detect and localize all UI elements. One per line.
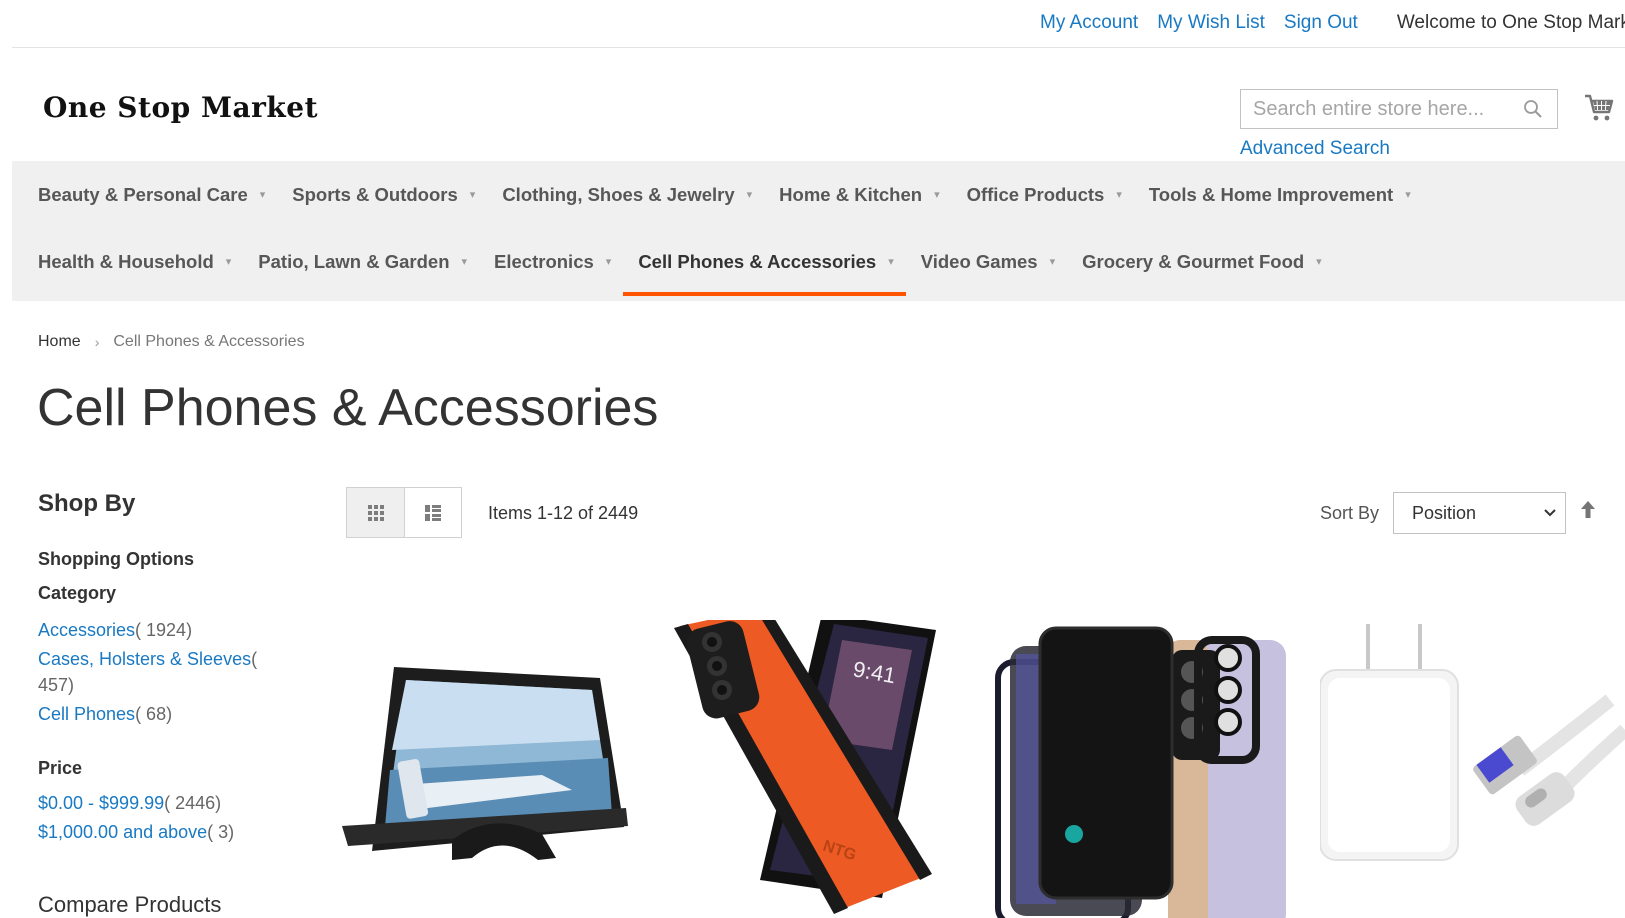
nav-label: Clothing, Shoes & Jewelry — [502, 183, 735, 205]
chevron-down-icon: ▾ — [1049, 256, 1056, 268]
filter-cases-link[interactable]: Cases, Holsters & Sleeves — [38, 649, 251, 669]
filter-count: ( 3) — [207, 822, 235, 842]
chevron-down-icon: ▾ — [934, 189, 940, 201]
sign-out-link[interactable]: Sign Out — [1284, 12, 1358, 34]
chevron-down-icon: ▾ — [1116, 189, 1122, 201]
search-icon[interactable] — [1523, 99, 1543, 119]
chevron-down-icon: ▾ — [1405, 189, 1411, 201]
category-nav: Beauty & Personal Care ▾ Sports & Outdoor… — [12, 161, 1625, 301]
nav-label: Electronics — [494, 250, 594, 272]
breadcrumb: Home › Cell Phones & Accessories — [38, 333, 305, 351]
nav-item-health[interactable]: Health & Household ▾ — [38, 228, 231, 295]
welcome-message: Welcome to One Stop Market — [1396, 12, 1625, 33]
chevron-down-icon: ▾ — [746, 189, 753, 201]
chevron-down-icon: ▾ — [461, 256, 468, 268]
nav-item-tools[interactable]: Tools & Home Improvement ▾ — [1149, 161, 1411, 228]
page-title: Cell Phones & Accessories — [37, 379, 659, 437]
chevron-down-icon: ▾ — [469, 189, 476, 201]
nav-label: Cell Phones & Accessories — [638, 250, 877, 272]
nav-item-electronics[interactable]: Electronics ▾ — [494, 228, 611, 295]
list-icon — [425, 504, 441, 521]
sort-direction-arrow-icon[interactable] — [1579, 500, 1597, 520]
filter-item: Cases, Holsters & Sleeves( 457) — [38, 646, 268, 698]
filter-item: Accessories( 1924) — [38, 617, 268, 643]
filter-count: ( 68) — [135, 704, 173, 724]
nav-label: Tools & Home Improvement — [1148, 183, 1394, 205]
filter-accessories-link[interactable]: Accessories — [38, 620, 135, 640]
nav-item-cell-phones[interactable]: Cell Phones & Accessories ▾ — [623, 228, 907, 296]
breadcrumb-home-link[interactable]: Home — [38, 333, 81, 351]
view-mode-switch — [346, 487, 462, 538]
nav-row-1: Beauty & Personal Care ▾ Sports & Outdoor… — [38, 161, 1438, 228]
nav-item-clothing[interactable]: Clothing, Shoes & Jewelry ▾ — [502, 161, 752, 228]
cart-icon[interactable] — [1583, 92, 1615, 124]
nav-row-2: Health & Household ▾ Patio, Lawn & Garden… — [38, 228, 1349, 296]
orange-phone-case-image[interactable]: 9:41 NTG — [672, 620, 962, 918]
items-count: Items 1-12 of 2449 — [488, 503, 639, 523]
store-logo[interactable]: One Stop Market — [43, 91, 318, 124]
product-item[interactable]: 9:41 NTG — [672, 620, 962, 918]
filter-count: ( 1924) — [135, 620, 193, 640]
top-bar: My Account My Wish List Sign Out Welcome… — [12, 0, 1625, 48]
search-box — [1240, 89, 1558, 129]
my-account-link[interactable]: My Account — [1040, 12, 1138, 34]
price-filter-title[interactable]: Price — [38, 758, 82, 779]
shop-by-heading: Shop By — [38, 490, 136, 517]
chevron-right-icon: › — [94, 334, 100, 350]
compare-products-heading: Compare Products — [38, 892, 222, 917]
nav-item-beauty[interactable]: Beauty & Personal Care ▾ — [38, 161, 265, 228]
nav-label: Sports & Outdoors — [292, 183, 458, 205]
nav-item-video-games[interactable]: Video Games ▾ — [921, 228, 1055, 295]
nav-label: Video Games — [920, 250, 1038, 272]
nav-item-sports[interactable]: Sports & Outdoors ▾ — [292, 161, 475, 228]
chevron-down-icon: ▾ — [1316, 256, 1322, 268]
nav-label: Grocery & Gourmet Food — [1082, 250, 1305, 272]
nav-label: Office Products — [966, 183, 1105, 205]
category-filter-list: Accessories( 1924) Cases, Holsters & Sle… — [38, 617, 268, 730]
filter-cell-phones-link[interactable]: Cell Phones — [38, 704, 135, 724]
nav-label: Home & Kitchen — [779, 183, 923, 205]
chevron-down-icon: ▾ — [259, 189, 266, 201]
grid-view-button[interactable] — [346, 487, 404, 538]
sort-selected-value: Position — [1412, 502, 1477, 523]
chevron-down-icon: ▾ — [605, 256, 612, 268]
grid-icon — [367, 504, 384, 521]
nav-item-patio[interactable]: Patio, Lawn & Garden ▾ — [258, 228, 467, 295]
breadcrumb-current: Cell Phones & Accessories — [113, 333, 305, 350]
filter-count: ( 2446) — [164, 793, 222, 813]
filter-price-high-link[interactable]: $1,000.00 and above — [38, 822, 207, 842]
my-wish-list-link[interactable]: My Wish List — [1157, 12, 1265, 34]
filter-item: $0.00 - $999.99( 2446) — [38, 790, 234, 816]
nav-label: Patio, Lawn & Garden — [258, 250, 450, 272]
nav-item-office[interactable]: Office Products ▾ — [967, 161, 1122, 228]
advanced-search-link[interactable]: Advanced Search — [1240, 138, 1390, 160]
price-filter-list: $0.00 - $999.99( 2446) $1,000.00 and abo… — [38, 790, 234, 848]
filter-item: $1,000.00 and above( 3) — [38, 819, 234, 845]
phone-screen-magnifier-image[interactable] — [342, 620, 632, 918]
privacy-screen-protector-image[interactable] — [992, 620, 1292, 918]
sort-by-select[interactable]: Position — [1393, 492, 1566, 534]
product-item[interactable] — [1320, 620, 1625, 918]
nav-label: Beauty & Personal Care — [38, 183, 248, 205]
filter-item: Cell Phones( 68) — [38, 701, 268, 727]
header-links: My Account My Wish List Sign Out Welcome… — [1040, 12, 1625, 34]
shopping-options-heading: Shopping Options — [38, 549, 194, 569]
nav-label: Health & Household — [38, 250, 214, 272]
search-input[interactable] — [1241, 90, 1511, 128]
chevron-down-icon — [1544, 509, 1556, 517]
usb-c-charger-image[interactable] — [1320, 620, 1625, 918]
nav-item-home-kitchen[interactable]: Home & Kitchen ▾ — [779, 161, 939, 228]
list-view-button[interactable] — [404, 487, 462, 538]
nav-item-grocery[interactable]: Grocery & Gourmet Food ▾ — [1082, 228, 1322, 295]
product-item[interactable] — [992, 620, 1292, 918]
category-filter-title[interactable]: Category — [38, 583, 116, 604]
product-item[interactable] — [342, 620, 632, 918]
sort-by-label: Sort By — [1320, 503, 1380, 523]
chevron-down-icon: ▾ — [888, 256, 894, 268]
filter-price-low-link[interactable]: $0.00 - $999.99 — [38, 793, 164, 813]
chevron-down-icon: ▾ — [225, 256, 232, 268]
